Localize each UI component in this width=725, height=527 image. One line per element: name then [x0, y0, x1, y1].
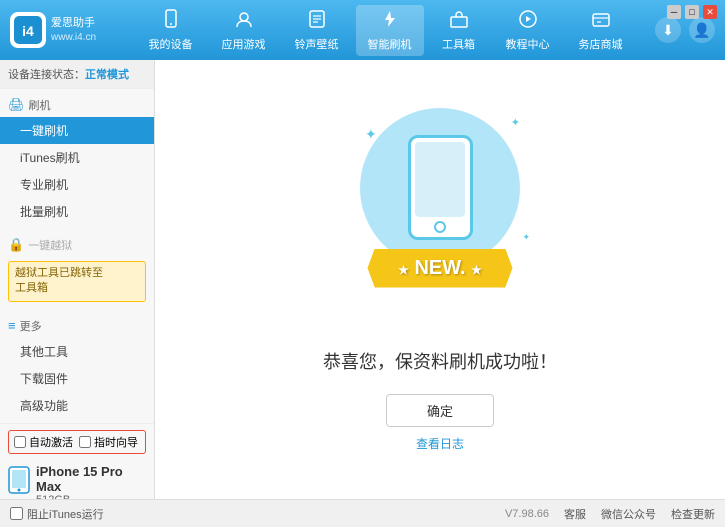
tutorial-icon	[518, 9, 538, 34]
sidebar-item-batch-flash[interactable]: 批量刷机	[0, 198, 154, 225]
device-info: iPhone 15 Pro Max 512GB iPhone	[36, 464, 146, 499]
window-controls: ─ □ ✕	[667, 5, 717, 19]
content-area: ✦ ✦ ✦ ★ NEW. ★ 恭喜您，保资料刷机成功啦！ 确定 查看日志	[155, 60, 725, 499]
itunes-label: 阻止iTunes运行	[27, 506, 104, 522]
sidebar-item-itunes-flash[interactable]: iTunes刷机	[0, 144, 154, 171]
nav-item-apps-games[interactable]: 应用游戏	[210, 5, 278, 56]
user-button[interactable]: 👤	[689, 17, 715, 43]
nav-item-my-device[interactable]: 我的设备	[137, 5, 205, 56]
nav-label-service: 务店商城	[579, 36, 623, 52]
new-text: NEW.	[414, 257, 465, 279]
footer-left: 阻止iTunes运行	[10, 506, 505, 522]
nav-bar: 我的设备 应用游戏 铃声壁纸 智能刷机 工具箱	[116, 5, 655, 56]
main-layout: 设备连接状态：正常模式 🖨 刷机 一键刷机 iTunes刷机 专业刷机 批量刷机…	[0, 60, 725, 499]
service-icon	[591, 9, 611, 34]
footer-right: V7.98.66 客服 微信公众号 检查更新	[505, 506, 715, 522]
more-section-label: 更多	[20, 318, 42, 334]
nav-item-service[interactable]: 务店商城	[567, 5, 635, 56]
more-section-header: ≡ 更多	[0, 314, 154, 338]
nav-label-smart-flash: 智能刷机	[368, 36, 412, 52]
logo-icon: i4	[10, 12, 46, 48]
view-log-link[interactable]: 查看日志	[416, 435, 464, 452]
nav-label-my-device: 我的设备	[149, 36, 193, 52]
download-button[interactable]: ⬇	[655, 17, 681, 43]
nav-item-smart-flash[interactable]: 智能刷机	[356, 5, 424, 56]
toolbox-icon	[449, 9, 469, 34]
sidebar-bottom: 自动激活 指时向导 iPhone 15 Pro Max 51	[0, 423, 154, 499]
phone-home-button	[434, 221, 446, 233]
nav-item-toolbox[interactable]: 工具箱	[429, 5, 489, 56]
time-guide-checkbox[interactable]: 指时向导	[79, 434, 138, 450]
sparkle-icon-1: ✦	[365, 126, 377, 143]
time-guide-label: 指时向导	[94, 434, 138, 450]
flash-section-icon: 🖨	[8, 97, 25, 113]
jailbreak-notice: 越狱工具已跳转至工具箱	[8, 261, 146, 302]
nav-label-tutorial: 教程中心	[506, 36, 550, 52]
jailbreak-icon: 🔒	[8, 237, 24, 253]
header-right: ⬇ 👤	[655, 17, 715, 43]
auto-activate-input[interactable]	[14, 436, 26, 448]
more-icon: ≡	[8, 318, 16, 333]
apps-icon	[234, 9, 254, 34]
jailbreak-section-header: 🔒 一键越狱	[0, 233, 154, 257]
device-item: iPhone 15 Pro Max 512GB iPhone	[8, 460, 146, 499]
footer-check-update[interactable]: 检查更新	[671, 506, 715, 522]
sidebar-item-download-firmware[interactable]: 下载固件	[0, 365, 154, 392]
sidebar-item-pro-flash[interactable]: 专业刷机	[0, 171, 154, 198]
close-button[interactable]: ✕	[703, 5, 717, 19]
device-icon	[161, 9, 181, 34]
phone-circle	[360, 108, 520, 268]
success-message: 恭喜您，保资料刷机成功啦！	[323, 348, 557, 374]
flash-section-label: 刷机	[29, 97, 51, 113]
auto-activate-checkbox[interactable]: 自动激活	[14, 434, 73, 450]
sparkle-icon-3: ✦	[522, 232, 530, 243]
minimize-button[interactable]: ─	[667, 5, 681, 19]
device-storage: 512GB	[36, 494, 146, 499]
auto-activate-label: 自动激活	[29, 434, 73, 450]
footer-wechat[interactable]: 微信公众号	[601, 506, 656, 522]
sidebar-status: 设备连接状态：正常模式	[0, 60, 154, 89]
phone-body	[408, 135, 473, 240]
logo-text: 爱思助手 www.i4.cn	[51, 16, 96, 43]
header: i4 爱思助手 www.i4.cn 我的设备 应用游戏 铃声壁纸	[0, 0, 725, 60]
nav-label-toolbox: 工具箱	[442, 36, 475, 52]
nav-item-tutorial[interactable]: 教程中心	[494, 5, 562, 56]
more-section: ≡ 更多 其他工具 下载固件 高级功能	[0, 310, 154, 423]
time-guide-input[interactable]	[79, 436, 91, 448]
nav-item-ringtones[interactable]: 铃声壁纸	[283, 5, 351, 56]
success-illustration: ✦ ✦ ✦ ★ NEW. ★	[330, 108, 550, 328]
sidebar-item-one-key-flash[interactable]: 一键刷机	[0, 117, 154, 144]
svg-text:i4: i4	[22, 23, 34, 39]
flash-section: 🖨 刷机 一键刷机 iTunes刷机 专业刷机 批量刷机	[0, 89, 154, 229]
itunes-checkbox-input[interactable]	[10, 507, 23, 520]
phone-screen	[415, 142, 465, 217]
logo[interactable]: i4 爱思助手 www.i4.cn	[10, 12, 96, 48]
new-banner: ★ NEW. ★	[368, 249, 513, 288]
footer: 阻止iTunes运行 V7.98.66 客服 微信公众号 检查更新	[0, 499, 725, 527]
footer-customer-service[interactable]: 客服	[564, 506, 586, 522]
sidebar-item-advanced[interactable]: 高级功能	[0, 392, 154, 419]
itunes-checkbox[interactable]: 阻止iTunes运行	[10, 506, 104, 522]
new-star-left: ★	[398, 263, 409, 277]
ringtone-icon	[307, 9, 327, 34]
confirm-button[interactable]: 确定	[386, 394, 494, 427]
sparkle-icon-2: ✦	[511, 116, 520, 129]
jailbreak-section: 🔒 一键越狱 越狱工具已跳转至工具箱	[0, 229, 154, 310]
flash-section-header: 🖨 刷机	[0, 93, 154, 117]
device-phone-icon	[8, 466, 30, 499]
sidebar: 设备连接状态：正常模式 🖨 刷机 一键刷机 iTunes刷机 专业刷机 批量刷机…	[0, 60, 155, 499]
smart-flash-icon	[380, 9, 400, 34]
new-star-right: ★	[471, 263, 482, 277]
jailbreak-section-label: 一键越狱	[28, 237, 72, 253]
status-value: 正常模式	[85, 69, 129, 81]
nav-label-ringtones: 铃声壁纸	[295, 36, 339, 52]
sidebar-item-other-tools[interactable]: 其他工具	[0, 338, 154, 365]
maximize-button[interactable]: □	[685, 5, 699, 19]
nav-label-apps: 应用游戏	[222, 36, 266, 52]
device-name: iPhone 15 Pro Max	[36, 464, 146, 494]
version-label: V7.98.66	[505, 508, 549, 520]
status-label: 设备连接状态：	[8, 69, 85, 81]
auto-activate-row: 自动激活 指时向导	[8, 430, 146, 454]
